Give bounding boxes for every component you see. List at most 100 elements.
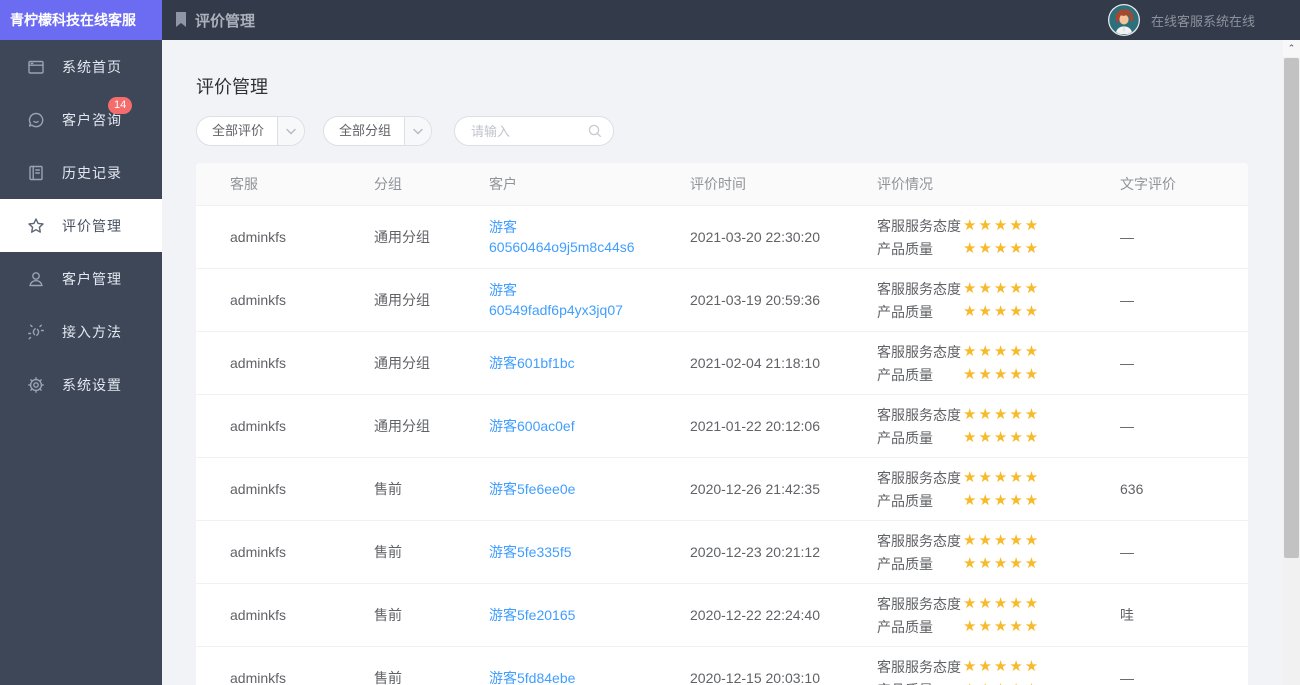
group-cell: 通用分组 xyxy=(374,416,489,436)
customer-link[interactable]: 游客5fe335f5 xyxy=(489,542,572,562)
agent-cell: adminkfs xyxy=(230,544,374,560)
group-cell: 售前 xyxy=(374,668,489,685)
rating-cell: 客服服务态度 ★★★★★ 产品质量 ★★★★★ xyxy=(877,214,1120,260)
sidebar-item-customers[interactable]: 客户管理 xyxy=(0,252,162,305)
rating-cell: 客服服务态度 ★★★★★ 产品质量 ★★★★★ xyxy=(877,277,1120,323)
table-row: adminkfs 通用分组 游客601bf1bc 2021-02-04 21:1… xyxy=(196,331,1248,394)
text-review-cell: 哇 xyxy=(1120,605,1248,625)
sidebar-item-label: 客户管理 xyxy=(62,269,122,289)
group-cell: 通用分组 xyxy=(374,227,489,247)
rating-cell: 客服服务态度 ★★★★★ 产品质量 ★★★★★ xyxy=(877,340,1120,386)
app-logo-title: 青柠檬科技在线客服 xyxy=(0,0,162,40)
customer-link[interactable]: 游客600ac0ef xyxy=(489,416,575,436)
rating-label-service: 客服服务态度 xyxy=(877,594,961,614)
text-review-cell: — xyxy=(1120,544,1248,560)
customer-link[interactable]: 游客 60560464o9j5m8c44s6 xyxy=(489,217,635,257)
customer-link[interactable]: 游客5fd84ebe xyxy=(489,668,575,685)
chat-bubble-icon xyxy=(26,110,46,130)
group-cell: 售前 xyxy=(374,605,489,625)
vertical-scrollbar[interactable]: ⌃ xyxy=(1283,40,1300,685)
breadcrumb-label: 评价管理 xyxy=(195,10,255,31)
rating-label-service: 客服服务态度 xyxy=(877,279,961,299)
rating-cell: 客服服务态度 ★★★★★ 产品质量 ★★★★★ xyxy=(877,592,1120,638)
customer-link[interactable]: 游客 60549fadf6p4yx3jq07 xyxy=(489,280,623,320)
sidebar-item-label: 历史记录 xyxy=(62,163,122,183)
rating-label-product: 产品质量 xyxy=(877,554,961,574)
chevron-down-icon xyxy=(277,117,304,145)
agent-cell: adminkfs xyxy=(230,292,374,308)
unread-count-badge: 14 xyxy=(108,97,132,114)
star-rating-service: ★★★★★ xyxy=(963,218,1040,233)
rating-label-service: 客服服务态度 xyxy=(877,531,961,551)
table-row: adminkfs 通用分组 游客 60560464o9j5m8c44s6 202… xyxy=(196,205,1248,268)
rating-cell: 客服服务态度 ★★★★★ 产品质量 ★★★★★ xyxy=(877,466,1120,512)
star-rating-service: ★★★★★ xyxy=(963,281,1040,296)
user-avatar[interactable] xyxy=(1108,4,1140,36)
column-header-time: 评价时间 xyxy=(690,174,877,194)
text-review-cell: — xyxy=(1120,418,1248,434)
rating-cell: 客服服务态度 ★★★★★ 产品质量 ★★★★★ xyxy=(877,403,1120,449)
time-cell: 2020-12-15 20:03:10 xyxy=(690,670,877,685)
text-review-cell: — xyxy=(1120,292,1248,308)
column-header-customer: 客户 xyxy=(489,174,690,194)
time-cell: 2020-12-26 21:42:35 xyxy=(690,481,877,497)
history-records-icon xyxy=(26,163,46,183)
customer-link[interactable]: 游客601bf1bc xyxy=(489,353,575,373)
gear-icon xyxy=(26,375,46,395)
customer-link[interactable]: 游客5fe20165 xyxy=(489,605,575,625)
sidebar-item-label: 系统设置 xyxy=(62,375,122,395)
group-filter-select[interactable]: 全部分组 xyxy=(323,116,432,146)
search-box xyxy=(454,116,614,146)
star-rating-product: ★★★★★ xyxy=(963,304,1040,319)
star-rating-service: ★★★★★ xyxy=(963,407,1040,422)
rating-label-product: 产品质量 xyxy=(877,617,961,637)
text-review-cell: — xyxy=(1120,229,1248,245)
search-icon[interactable] xyxy=(587,123,603,144)
group-cell: 通用分组 xyxy=(374,290,489,310)
group-cell: 售前 xyxy=(374,479,489,499)
rating-cell: 客服服务态度 ★★★★★ 产品质量 ★★★★★ xyxy=(877,655,1120,685)
time-cell: 2021-03-19 20:59:36 xyxy=(690,292,877,308)
rating-label-product: 产品质量 xyxy=(877,239,961,259)
table-row: adminkfs 售前 游客5fe335f5 2020-12-23 20:21:… xyxy=(196,520,1248,583)
star-rating-product: ★★★★★ xyxy=(963,241,1040,256)
table-row: adminkfs 通用分组 游客600ac0ef 2021-01-22 20:1… xyxy=(196,394,1248,457)
sidebar-item-consult[interactable]: 客户咨询 14 xyxy=(0,93,162,146)
time-cell: 2021-03-20 22:30:20 xyxy=(690,229,877,245)
sidebar-item-home[interactable]: 系统首页 xyxy=(0,40,162,93)
agent-cell: adminkfs xyxy=(230,418,374,434)
rating-filter-value: 全部评价 xyxy=(197,117,277,145)
sidebar: 系统首页 客户咨询 14 历史记录 评价管理 xyxy=(0,40,162,685)
star-rating-product: ★★★★★ xyxy=(963,556,1040,571)
agent-cell: adminkfs xyxy=(230,670,374,685)
page-title: 评价管理 xyxy=(196,73,1283,99)
star-rating-product: ★★★★★ xyxy=(963,430,1040,445)
star-rating-service: ★★★★★ xyxy=(963,659,1040,674)
star-rating-service: ★★★★★ xyxy=(963,533,1040,548)
sidebar-item-history[interactable]: 历史记录 xyxy=(0,146,162,199)
scrollbar-thumb[interactable] xyxy=(1284,58,1299,558)
rating-filter-select[interactable]: 全部评价 xyxy=(196,116,305,146)
star-rating-product: ★★★★★ xyxy=(963,367,1040,382)
star-rating-service: ★★★★★ xyxy=(963,596,1040,611)
filter-bar: 全部评价 全部分组 xyxy=(196,116,1283,146)
rating-label-product: 产品质量 xyxy=(877,491,961,511)
agent-cell: adminkfs xyxy=(230,481,374,497)
home-window-icon xyxy=(26,57,46,77)
sidebar-item-integration[interactable]: 接入方法 xyxy=(0,305,162,358)
table-body: adminkfs 通用分组 游客 60560464o9j5m8c44s6 202… xyxy=(196,205,1248,685)
group-cell: 通用分组 xyxy=(374,353,489,373)
sidebar-item-reviews[interactable]: 评价管理 xyxy=(0,199,162,252)
rating-label-service: 客服服务态度 xyxy=(877,342,961,362)
star-rating-service: ★★★★★ xyxy=(963,470,1040,485)
scrollbar-up-arrow-icon[interactable]: ⌃ xyxy=(1283,40,1300,57)
column-header-agent: 客服 xyxy=(230,174,374,194)
customer-link[interactable]: 游客5fe6ee0e xyxy=(489,479,575,499)
sidebar-item-settings[interactable]: 系统设置 xyxy=(0,358,162,411)
rating-label-service: 客服服务态度 xyxy=(877,405,961,425)
column-header-group: 分组 xyxy=(374,174,489,194)
rating-label-service: 客服服务态度 xyxy=(877,468,961,488)
rating-label-product: 产品质量 xyxy=(877,302,961,322)
topbar-user[interactable]: 在线客服系统在线 xyxy=(1108,4,1255,36)
table-row: adminkfs 售前 游客5fe20165 2020-12-22 22:24:… xyxy=(196,583,1248,646)
